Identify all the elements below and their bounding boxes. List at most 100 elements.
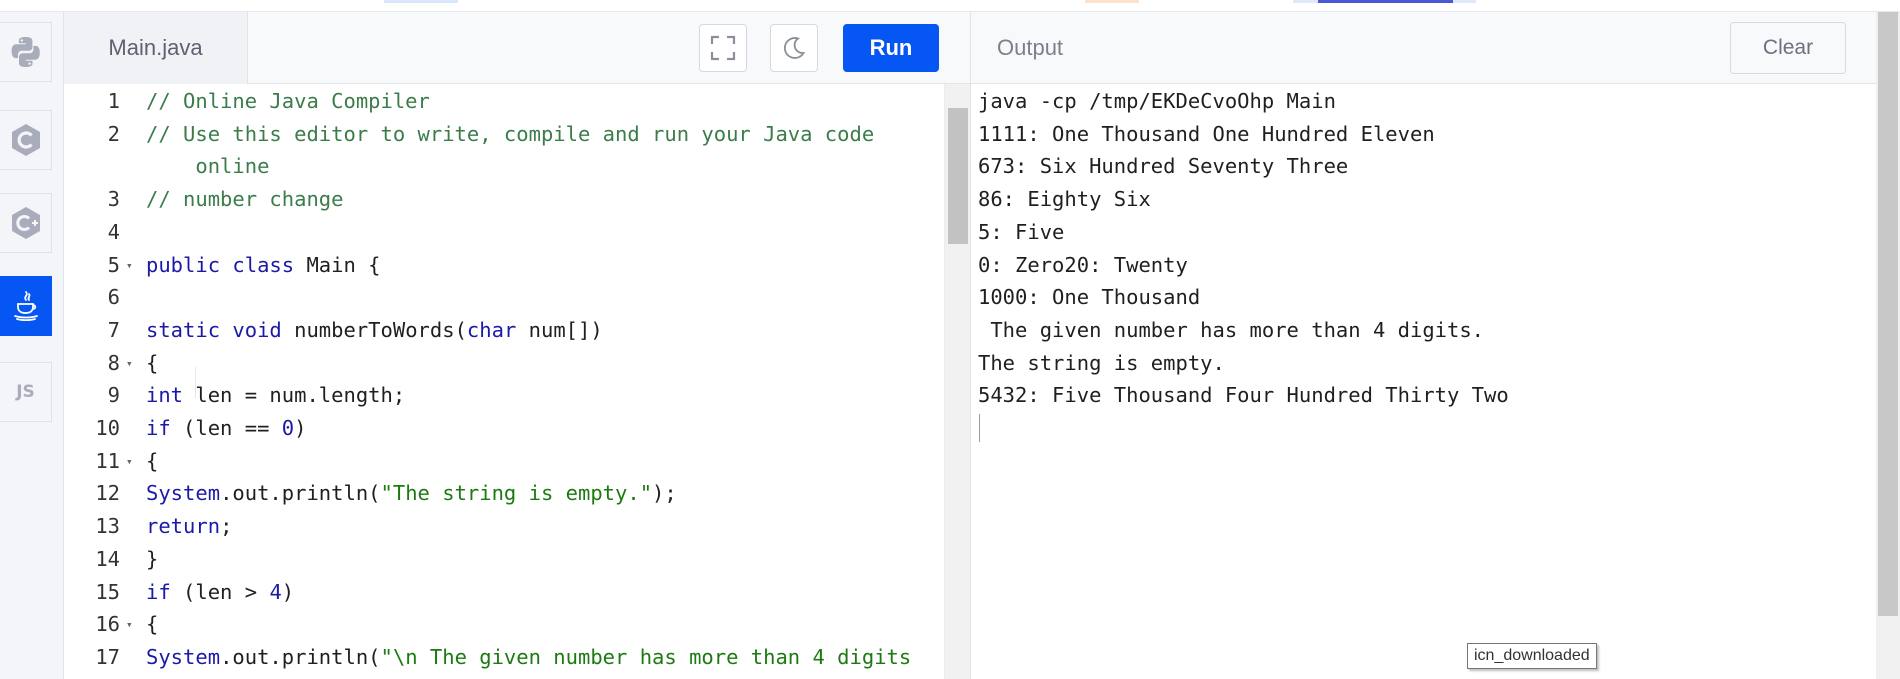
run-button[interactable]: Run <box>843 24 939 72</box>
code-token: static <box>146 317 221 342</box>
output-header: Output Clear <box>971 12 1876 84</box>
java-icon <box>13 291 38 322</box>
sidebar-item-java[interactable] <box>0 276 52 336</box>
theme-toggle-button[interactable] <box>770 24 818 72</box>
fullscreen-button[interactable] <box>699 24 747 72</box>
code-token: numberToWords( <box>281 317 467 342</box>
line-number: 5 <box>107 252 120 277</box>
code-token: // number change <box>146 187 344 212</box>
code-token: int <box>146 383 184 408</box>
output-line: 5432: Five Thousand Four Hundred Thirty … <box>978 383 1509 408</box>
line-number: 2 <box>107 121 120 146</box>
line-number: 3 <box>107 187 120 212</box>
python-icon <box>11 37 40 67</box>
code-token: class <box>232 252 295 277</box>
output-line: 0: Zero20: Twenty <box>978 252 1188 277</box>
code-token: ); <box>652 481 677 506</box>
code-text: { <box>146 608 158 641</box>
code-text: { <box>146 445 158 478</box>
output-console[interactable]: java -cp /tmp/EKDeCvoOhp Main 1111: One T… <box>971 84 1876 679</box>
code-editor[interactable]: 1 // Online Java Compiler 2 // Use this edi… <box>64 84 970 679</box>
code-token: if <box>146 579 171 604</box>
line-number: 1 <box>107 89 120 113</box>
code-token: (len == <box>170 416 282 440</box>
c-language-icon <box>11 124 40 156</box>
code-text: public class Main { <box>146 249 381 282</box>
line-number: 8 <box>107 350 120 375</box>
code-token: { <box>146 612 159 637</box>
line-number: 13 <box>95 514 120 539</box>
code-token: System <box>146 644 221 669</box>
banner-fragment <box>384 0 458 3</box>
code-token: 0 <box>281 416 295 440</box>
code-token: "The string is empty." <box>380 481 653 506</box>
fullscreen-icon <box>710 35 736 61</box>
clear-button[interactable]: Clear <box>1730 22 1846 74</box>
code-text: static void numberToWords(char num[]) <box>146 314 603 347</box>
code-token: online <box>146 154 270 179</box>
code-text: System.out.println("\n The given number … <box>146 641 911 674</box>
fold-arrow-icon[interactable]: ▾ <box>126 347 133 380</box>
indent-guide <box>195 367 196 398</box>
code-token: num[]) <box>516 317 603 342</box>
output-title: Output <box>997 35 1064 60</box>
code-token: { <box>146 448 159 473</box>
output-line: 5: Five <box>978 219 1065 244</box>
code-token: char <box>466 317 517 342</box>
code-token: System <box>146 481 221 506</box>
line-number: 9 <box>107 383 120 408</box>
fold-arrow-icon[interactable]: ▾ <box>126 249 133 282</box>
line-number: 14 <box>95 546 120 571</box>
line-number: 12 <box>95 481 120 506</box>
code-token: ; <box>220 514 233 539</box>
code-text: if (len == 0) <box>146 412 306 445</box>
code-token: .out.println( <box>220 481 381 506</box>
sidebar-item-c[interactable] <box>0 110 52 170</box>
code-text: online <box>146 150 269 183</box>
editor-header: Main.java Run <box>64 12 970 84</box>
code-text: // Use this editor to write, compile and… <box>146 118 874 151</box>
code-token: // Use this editor to write, compile and… <box>146 121 875 146</box>
banner-fragment <box>1318 0 1453 3</box>
code-text: int len = num.length; <box>146 379 405 412</box>
output-line: The given number has more than 4 digits. <box>978 317 1485 342</box>
fold-arrow-icon[interactable]: ▾ <box>126 445 133 478</box>
output-line: 673: Six Hundred Seventy Three <box>978 154 1349 179</box>
code-token: void <box>232 317 282 342</box>
moon-icon <box>784 37 806 59</box>
editor-scrollbar-thumb[interactable] <box>948 108 968 244</box>
line-number: 15 <box>95 579 120 604</box>
page-scrollbar-thumb[interactable] <box>1878 12 1898 616</box>
output-line: 86: Eighty Six <box>978 187 1151 212</box>
banner-fragment <box>1085 0 1139 3</box>
code-token: ) <box>281 579 295 604</box>
code-token: if <box>146 416 171 440</box>
line-number: 4 <box>107 219 120 244</box>
code-token: "\n The given number has more than 4 dig… <box>380 644 912 669</box>
sidebar-item-cpp[interactable] <box>0 193 52 253</box>
code-token: ) <box>294 416 307 440</box>
line-number: 6 <box>107 285 120 310</box>
file-tab[interactable]: Main.java <box>64 12 248 84</box>
code-text: } <box>146 543 158 576</box>
code-token: len = num.length; <box>183 383 406 408</box>
line-number: 11 <box>95 448 120 473</box>
code-token: .out.println( <box>220 644 381 669</box>
output-line: java -cp /tmp/EKDeCvoOhp Main <box>978 89 1336 113</box>
code-token: // Online Java Compiler <box>146 89 430 113</box>
output-line: The string is empty. <box>978 350 1225 375</box>
sidebar-item-javascript[interactable]: JS <box>0 362 52 422</box>
code-token: Main { <box>294 252 381 277</box>
javascript-icon: JS <box>16 382 35 402</box>
sidebar-item-python[interactable] <box>0 22 52 82</box>
line-number: 17 <box>95 644 120 669</box>
fold-arrow-icon[interactable]: ▾ <box>126 608 133 641</box>
code-token: { <box>146 350 159 375</box>
text-cursor <box>979 414 980 442</box>
code-token: } <box>146 546 159 571</box>
code-text: // number change <box>146 183 343 216</box>
top-banner-strip <box>0 0 1900 12</box>
code-token: (len > <box>170 579 270 604</box>
